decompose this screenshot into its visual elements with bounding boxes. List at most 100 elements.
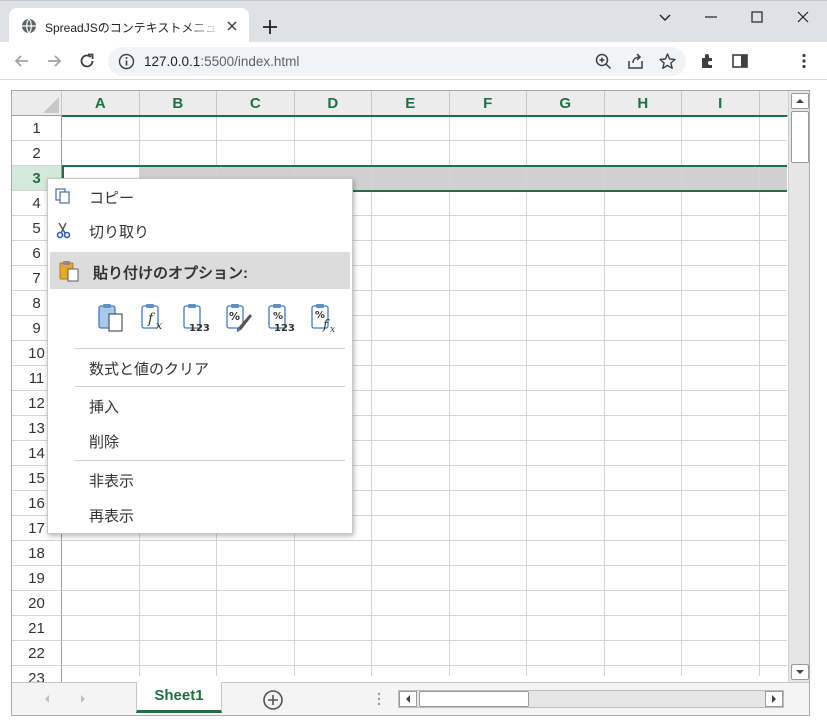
row-header[interactable]: 2 (12, 141, 62, 166)
tab-splitter-icon[interactable] (376, 692, 382, 706)
svg-text:x: x (330, 325, 335, 335)
menu-divider (75, 386, 345, 387)
menu-item-cut[interactable]: 切り取り (48, 213, 352, 247)
menu-item-hide[interactable]: 非表示 (48, 462, 352, 496)
bookmark-star-icon[interactable] (658, 52, 677, 71)
column-header[interactable]: D (294, 91, 372, 116)
svg-text:123: 123 (274, 323, 295, 334)
side-panel-icon[interactable] (730, 51, 750, 71)
paste-formulas-icon[interactable]: fx (139, 301, 169, 335)
grid-column-line (758, 116, 760, 676)
context-menu: コピー 切り取り 貼り付けのオプション: f x 123%% 123% f x 数式と値の… (47, 178, 353, 534)
menu-item-copy[interactable]: コピー (48, 179, 352, 213)
url-path: :5500/index.html (200, 54, 300, 69)
menu-item-unhide[interactable]: 再表示 (48, 497, 352, 531)
selection-border (62, 165, 787, 167)
menu-divider (75, 460, 345, 461)
grid-row-line (62, 665, 787, 666)
minimize-icon[interactable] (701, 7, 721, 27)
sheet-tab[interactable]: Sheet1 (136, 682, 222, 713)
column-header-selection-line (62, 115, 787, 117)
select-all-corner[interactable] (12, 91, 62, 116)
grid-column-line (448, 116, 450, 676)
scroll-up-button[interactable] (791, 93, 809, 109)
scroll-right-button[interactable] (765, 691, 783, 707)
row-header[interactable]: 1 (12, 116, 62, 141)
scissors-icon (56, 222, 71, 239)
arrow-left-icon (406, 695, 410, 703)
vertical-scrollbar[interactable] (788, 91, 809, 682)
vertical-scroll-thumb[interactable] (791, 111, 809, 163)
svg-text:x: x (156, 319, 163, 332)
column-header[interactable]: A (62, 91, 140, 116)
column-header[interactable]: E (372, 91, 450, 116)
paste-formatting-icon[interactable]: % (224, 301, 254, 335)
paste-values-formatting-icon[interactable]: % 123 (266, 301, 296, 335)
horizontal-scrollbar[interactable] (398, 690, 784, 708)
browser-tab[interactable]: SpreadJSのコンテキストメニューのカスタマイズ (9, 8, 249, 43)
column-header[interactable]: B (139, 91, 217, 116)
extensions-icon[interactable] (698, 51, 718, 71)
new-tab-icon[interactable] (260, 17, 280, 37)
menu-label-unhide: 再表示 (89, 508, 135, 525)
address-bar[interactable]: 127.0.0.1:5500/index.html (108, 47, 686, 76)
row-header[interactable]: 21 (12, 616, 62, 641)
column-header[interactable]: C (217, 91, 295, 116)
zoom-icon[interactable] (594, 52, 613, 71)
grid-row-line (62, 140, 787, 141)
share-icon[interactable] (626, 52, 645, 71)
grid-column-line (526, 116, 527, 676)
paste-all-icon[interactable] (96, 301, 126, 335)
reload-icon[interactable] (77, 51, 97, 71)
row-header[interactable]: 20 (12, 591, 62, 616)
chevron-down-icon[interactable] (655, 7, 675, 27)
menu-label-hide: 非表示 (89, 473, 135, 490)
window-close-icon[interactable] (793, 7, 813, 27)
row-header[interactable]: 22 (12, 641, 62, 666)
menu-item-insert[interactable]: 挿入 (48, 388, 352, 422)
column-header[interactable]: F (449, 91, 527, 116)
prev-sheet-icon[interactable] (40, 692, 54, 706)
grid-column-line (681, 116, 682, 676)
svg-text:123: 123 (189, 323, 210, 334)
column-header[interactable]: H (604, 91, 682, 116)
corner-triangle-icon (43, 97, 59, 113)
maximize-icon[interactable] (747, 7, 767, 27)
close-icon[interactable] (223, 17, 241, 35)
grid-row-line (62, 640, 787, 641)
column-header-partial[interactable] (759, 91, 790, 116)
next-sheet-icon[interactable] (76, 692, 90, 706)
row-header[interactable]: 18 (12, 541, 62, 566)
menu-item-delete[interactable]: 削除 (48, 423, 352, 457)
paste-formulas-formatting-icon[interactable]: % f x (309, 301, 339, 335)
row-header[interactable]: 19 (12, 566, 62, 591)
paste-options-label: 貼り付けのオプション: (93, 265, 248, 282)
kebab-menu-icon[interactable] (794, 51, 814, 71)
paste-clipboard-icon (59, 261, 79, 282)
column-header[interactable]: I (682, 91, 760, 116)
horizontal-scroll-thumb[interactable] (419, 691, 529, 707)
svg-text:%: % (273, 311, 283, 322)
paste-options-header: 貼り付けのオプション: (50, 252, 350, 289)
paste-values-icon[interactable]: 123 (181, 301, 211, 335)
scroll-down-button[interactable] (791, 664, 809, 680)
menu-label-delete: 削除 (89, 434, 120, 451)
grid-row-line (62, 565, 787, 566)
forward-icon[interactable] (44, 51, 64, 71)
add-sheet-icon[interactable] (262, 689, 284, 711)
paste-options-row: f x 123%% 123% f x (48, 297, 352, 341)
grid-row-line (62, 540, 787, 541)
grid-row-line (62, 615, 787, 616)
arrow-down-icon (796, 670, 804, 674)
svg-text:%: % (229, 310, 240, 323)
url-host: 127.0.0.1 (144, 54, 201, 69)
back-icon[interactable] (12, 51, 32, 71)
grid-column-line (371, 116, 372, 676)
sheet-tab-bar: Sheet1 (12, 682, 809, 715)
scroll-left-button[interactable] (399, 691, 417, 707)
menu-label-copy: コピー (89, 190, 135, 207)
browser-toolbar: 127.0.0.1:5500/index.html (0, 42, 827, 80)
menu-item-clear[interactable]: 数式と値のクリア (48, 350, 352, 384)
info-icon[interactable] (118, 53, 135, 70)
column-header[interactable]: G (527, 91, 605, 116)
